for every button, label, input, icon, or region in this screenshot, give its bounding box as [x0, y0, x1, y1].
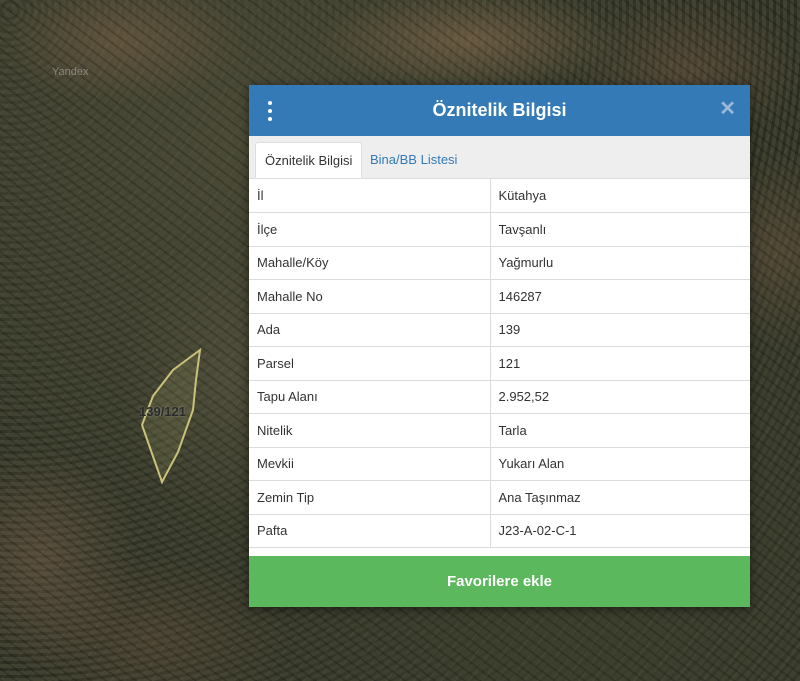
attribute-key: Zemin Tip: [249, 480, 491, 515]
table-row: Ada 139: [249, 313, 750, 347]
add-favorite-button[interactable]: Favorilere ekle: [249, 556, 750, 607]
table-row: Nitelik Tarla: [249, 413, 750, 448]
attribute-value: Tavşanlı: [490, 212, 750, 247]
attribute-key: Pafta: [249, 514, 491, 548]
attribute-value: 121: [490, 346, 750, 381]
table-row: Mahalle/Köy Yağmurlu: [249, 246, 750, 280]
tab-attributes[interactable]: Öznitelik Bilgisi: [255, 142, 363, 178]
attribute-value: Yağmurlu: [490, 246, 750, 280]
kebab-menu-icon[interactable]: [266, 101, 274, 121]
attribute-key: Mahalle/Köy: [249, 246, 491, 280]
tab-building-list[interactable]: Bina/BB Listesi: [361, 142, 466, 178]
table-row: Pafta J23-A-02-C-1: [249, 514, 750, 548]
attribute-key: Nitelik: [249, 413, 491, 448]
table-row: Mahalle No 146287: [249, 279, 750, 314]
attribute-value: J23-A-02-C-1: [490, 514, 750, 548]
close-icon[interactable]: ✕: [719, 98, 736, 120]
dialog-header: Öznitelik Bilgisi ✕: [249, 85, 750, 136]
attribute-key: Mahalle No: [249, 279, 491, 314]
attribute-value: Ana Taşınmaz: [490, 480, 750, 515]
attribute-key: Ada: [249, 313, 491, 347]
table-row: Mevkii Yukarı Alan: [249, 447, 750, 481]
attribute-key: Tapu Alanı: [249, 380, 491, 414]
attribute-table: İl Kütahya İlçe Tavşanlı Mahalle/Köy Yağmurlu…: [249, 179, 750, 548]
attribute-value: Yukarı Alan: [490, 447, 750, 481]
table-row: Zemin Tip Ana Taşınmaz: [249, 480, 750, 515]
attribute-key: Parsel: [249, 346, 491, 381]
table-row: İlçe Tavşanlı: [249, 212, 750, 247]
attribute-key: İl: [249, 179, 491, 213]
attribute-value: 2.952,52: [490, 380, 750, 414]
attribute-value: Tarla: [490, 413, 750, 448]
parcel-label: 139/121: [139, 404, 186, 419]
table-row: Tapu Alanı 2.952,52: [249, 380, 750, 414]
attribute-key: Mevkii: [249, 447, 491, 481]
tab-bar: Öznitelik Bilgisi Bina/BB Listesi: [249, 136, 750, 179]
table-row: Parsel 121: [249, 346, 750, 381]
attribute-value: 139: [490, 313, 750, 347]
attribute-dialog: Öznitelik Bilgisi ✕ Öznitelik Bilgisi Bi…: [249, 85, 750, 607]
attribute-value: Kütahya: [490, 179, 750, 213]
dialog-title: Öznitelik Bilgisi: [432, 100, 567, 120]
attribute-value: 146287: [490, 279, 750, 314]
table-row: İl Kütahya: [249, 179, 750, 213]
attribute-key: İlçe: [249, 212, 491, 247]
